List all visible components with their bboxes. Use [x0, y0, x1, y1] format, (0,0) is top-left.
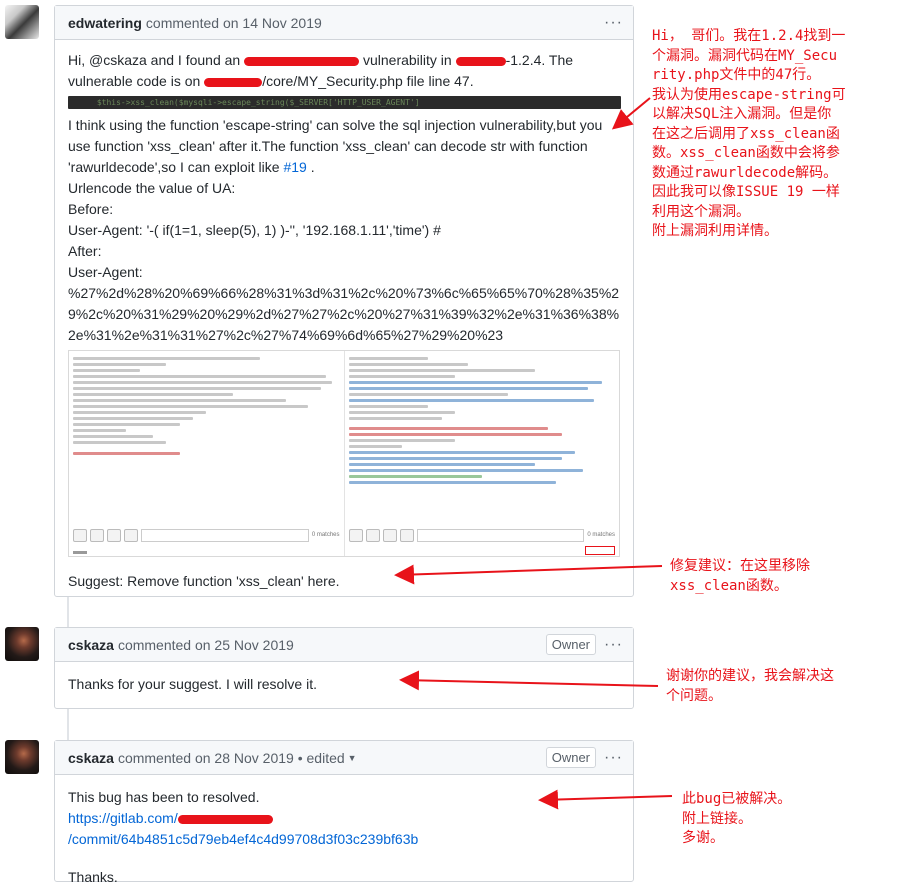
annotation-note-1: Hi， 哥们。我在1.2.4找到一 个漏洞。漏洞代码在MY_Secu rity.ph… — [652, 28, 846, 239]
body-line: This bug has been to resolved. — [68, 789, 260, 805]
comment-meta[interactable]: commented on 28 Nov 2019 • edited — [118, 750, 345, 766]
comment-3-body: This bug has been to resolved. https://g… — [55, 775, 633, 896]
comment-2-body: Thanks for your suggest. I will resolve … — [55, 662, 633, 703]
avatar-cskaza[interactable] — [5, 627, 39, 661]
commit-link-line: https://gitlab.com//commit/64b4851c5d79e… — [68, 808, 621, 850]
redaction-mark — [244, 56, 360, 66]
body-line: Urlencode the value of UA: — [68, 180, 236, 196]
body-line: Thanks for your suggest. I will resolve … — [68, 676, 317, 692]
annotation-note-3: 谢谢你的建议，我会解决这 个问题。 — [666, 668, 834, 704]
comment-1: edwatering commented on 14 Nov 2019 ··· … — [54, 5, 634, 597]
redaction-mark — [204, 77, 263, 87]
owner-badge: Owner — [545, 634, 597, 655]
comment-meta[interactable]: commented on 14 Nov 2019 — [146, 15, 322, 31]
redaction-mark — [177, 814, 273, 824]
comment-1-header: edwatering commented on 14 Nov 2019 ··· — [55, 6, 633, 40]
owner-badge: Owner — [545, 747, 597, 768]
body-line: User-Agent: — [68, 264, 143, 280]
comment-3-header: cskaza commented on 28 Nov 2019 • edited… — [55, 741, 633, 775]
comment-author[interactable]: edwatering — [68, 15, 142, 31]
request-pane: 0 matches — [69, 351, 345, 556]
triangle-down-icon[interactable]: ▼ — [348, 753, 357, 763]
redaction-mark — [455, 56, 506, 66]
annotation-note-4: 此bug已被解决。 附上链接。 多谢。 — [682, 791, 792, 846]
body-line: After: — [68, 243, 102, 259]
avatar-edwatering[interactable] — [5, 5, 39, 39]
kebab-horizontal-icon[interactable]: ··· — [604, 749, 623, 767]
body-line: User-Agent: '-( if(1=1, sleep(5), 1) )-'… — [68, 222, 441, 238]
response-pane: 0 matches — [345, 351, 620, 556]
suggest-line: Suggest: Remove function 'xss_clean' her… — [68, 573, 340, 589]
comment-author[interactable]: cskaza — [68, 637, 114, 653]
comment-author[interactable]: cskaza — [68, 750, 114, 766]
comment-1-body: Hi, @cskaza and I found an vulnerability… — [55, 40, 633, 600]
burp-screenshot-image: 0 matches 0 matches — [68, 350, 620, 557]
body-line: Before: — [68, 201, 114, 217]
kebab-horizontal-icon[interactable]: ··· — [604, 14, 623, 32]
body-line: Hi, @cskaza and I found an vulnerability… — [68, 52, 574, 68]
body-paragraph: I think using the function 'escape-strin… — [68, 117, 603, 175]
kebab-horizontal-icon[interactable]: ··· — [604, 636, 623, 654]
commit-link[interactable]: https://gitlab.com//commit/64b4851c5d79e… — [68, 810, 418, 847]
avatar-cskaza[interactable] — [5, 740, 39, 774]
body-line: Thanks. — [68, 869, 118, 885]
payload-text: %27%2d%28%20%69%66%28%31%3d%31%2c%20%73%… — [68, 285, 620, 343]
body-line: vulnerable code is on /core/MY_Security.… — [68, 73, 474, 89]
comment-2: cskaza commented on 25 Nov 2019 Owner ··… — [54, 627, 634, 709]
issue-link[interactable]: #19 — [283, 159, 306, 175]
annotation-note-2: 修复建议：在这里移除 xss_clean函数。 — [670, 558, 810, 594]
comment-2-header: cskaza commented on 25 Nov 2019 Owner ··… — [55, 628, 633, 662]
code-snippet-image: $this->xss_clean($mysqli->escape_string(… — [68, 96, 621, 109]
comment-meta[interactable]: commented on 25 Nov 2019 — [118, 637, 294, 653]
comment-3: cskaza commented on 28 Nov 2019 • edited… — [54, 740, 634, 885]
